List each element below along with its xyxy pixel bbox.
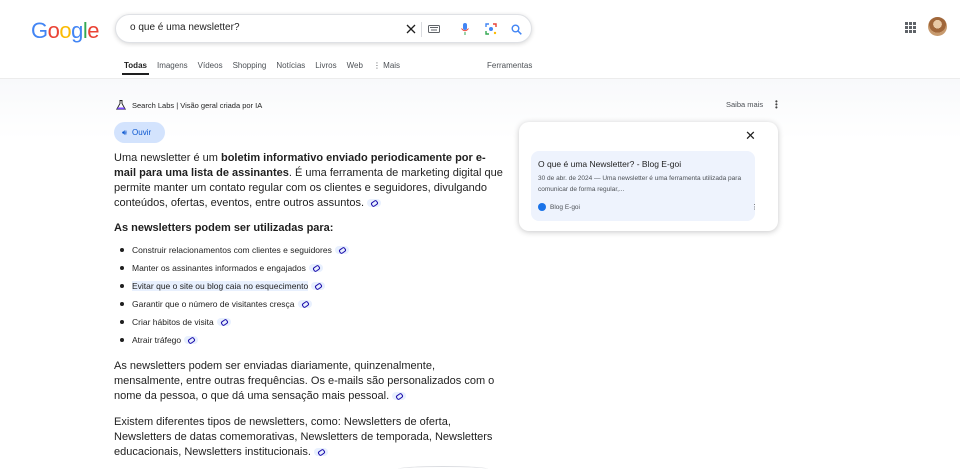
logo-letter: g: [71, 18, 83, 43]
link-chip-icon[interactable]: [367, 199, 382, 208]
tab-todas[interactable]: Todas: [122, 61, 149, 75]
listen-label: Ouvir: [132, 128, 152, 137]
list-item: Construir relacionamentos com clientes e…: [120, 241, 349, 259]
logo-letter: G: [31, 18, 48, 43]
favicon-icon: [538, 203, 546, 211]
search-labs-header: Search Labs | Visão geral criada por IA: [116, 100, 262, 110]
search-icon[interactable]: [508, 21, 524, 37]
link-chip-icon[interactable]: [216, 318, 231, 326]
overview-paragraph-3: Existem diferentes tipos de newsletters,…: [114, 416, 493, 458]
link-chip-icon[interactable]: [308, 264, 323, 272]
mic-icon[interactable]: [457, 21, 473, 37]
source-snippet: 30 de abr. de 2024 — Uma newsletter é um…: [538, 175, 742, 193]
search-divider: [421, 22, 422, 37]
tab-videos[interactable]: Vídeos: [198, 61, 223, 70]
source-site: Blog E-goi: [538, 203, 580, 211]
search-tabs: Todas Imagens Vídeos Shopping Notícias L…: [122, 61, 410, 75]
more-options-icon[interactable]: ⋮: [751, 203, 758, 211]
close-icon[interactable]: [403, 21, 419, 37]
link-chip-icon[interactable]: [297, 300, 312, 308]
google-logo[interactable]: Google: [31, 18, 100, 44]
list-item: Manter os assinantes informados e engaja…: [120, 259, 349, 277]
link-chip-icon[interactable]: [311, 282, 326, 290]
source-panel: ✕ O que é uma Newsletter? - Blog E-goi 3…: [519, 122, 778, 231]
apps-grid-icon[interactable]: [905, 22, 916, 33]
link-chip-icon[interactable]: [392, 392, 407, 401]
tab-noticias[interactable]: Notícias: [276, 61, 305, 70]
list-item: Garantir que o número de visitantes cres…: [120, 295, 349, 313]
tab-imagens[interactable]: Imagens: [157, 61, 188, 70]
overview-intro: Uma newsletter é um boletim informativo …: [114, 151, 504, 211]
overview-paragraph-2: As newsletters podem ser enviadas diaria…: [114, 360, 495, 402]
tools-button[interactable]: Ferramentas: [487, 61, 532, 70]
close-icon[interactable]: ✕: [745, 128, 756, 144]
overview-heading: As newsletters podem ser utilizadas para…: [114, 222, 334, 234]
speaker-icon: 🔊︎: [122, 127, 128, 137]
avatar[interactable]: [928, 17, 947, 36]
logo-letter: o: [59, 18, 72, 43]
logo-letter: e: [87, 18, 100, 43]
link-chip-icon[interactable]: [334, 246, 349, 254]
lens-icon[interactable]: [483, 21, 499, 37]
search-box[interactable]: o que é uma newsletter?: [115, 14, 532, 43]
source-title[interactable]: O que é uma Newsletter? - Blog E-goi: [538, 159, 681, 169]
list-item: Criar hábitos de visita: [120, 313, 349, 331]
more-options-icon[interactable]: • • •: [775, 98, 778, 112]
intro-text-1: Uma newsletter é um: [114, 152, 221, 164]
tab-mais[interactable]: ⋮ Mais: [373, 61, 400, 70]
tab-livros[interactable]: Livros: [315, 61, 336, 70]
search-labs-label: Search Labs | Visão geral criada por IA: [132, 100, 263, 110]
listen-button[interactable]: 🔊︎ Ouvir: [114, 122, 165, 143]
feedback-buttons-edge: [398, 466, 488, 471]
list-item: Atrair tráfego: [120, 331, 349, 349]
link-chip-icon[interactable]: [184, 336, 199, 344]
list-item: Evitar que o site ou blog caia no esquec…: [120, 277, 349, 295]
logo-letter: o: [47, 18, 60, 43]
flask-icon: [116, 100, 126, 110]
learn-more-link[interactable]: Saiba mais: [726, 100, 763, 109]
link-chip-icon[interactable]: [313, 448, 328, 457]
tab-web[interactable]: Web: [347, 61, 363, 70]
source-card[interactable]: O que é uma Newsletter? - Blog E-goi 30 …: [531, 151, 758, 221]
uses-list: Construir relacionamentos com clientes e…: [120, 241, 349, 349]
tab-shopping[interactable]: Shopping: [233, 61, 267, 70]
search-input[interactable]: o que é uma newsletter?: [130, 22, 240, 33]
keyboard-icon[interactable]: [426, 21, 442, 37]
